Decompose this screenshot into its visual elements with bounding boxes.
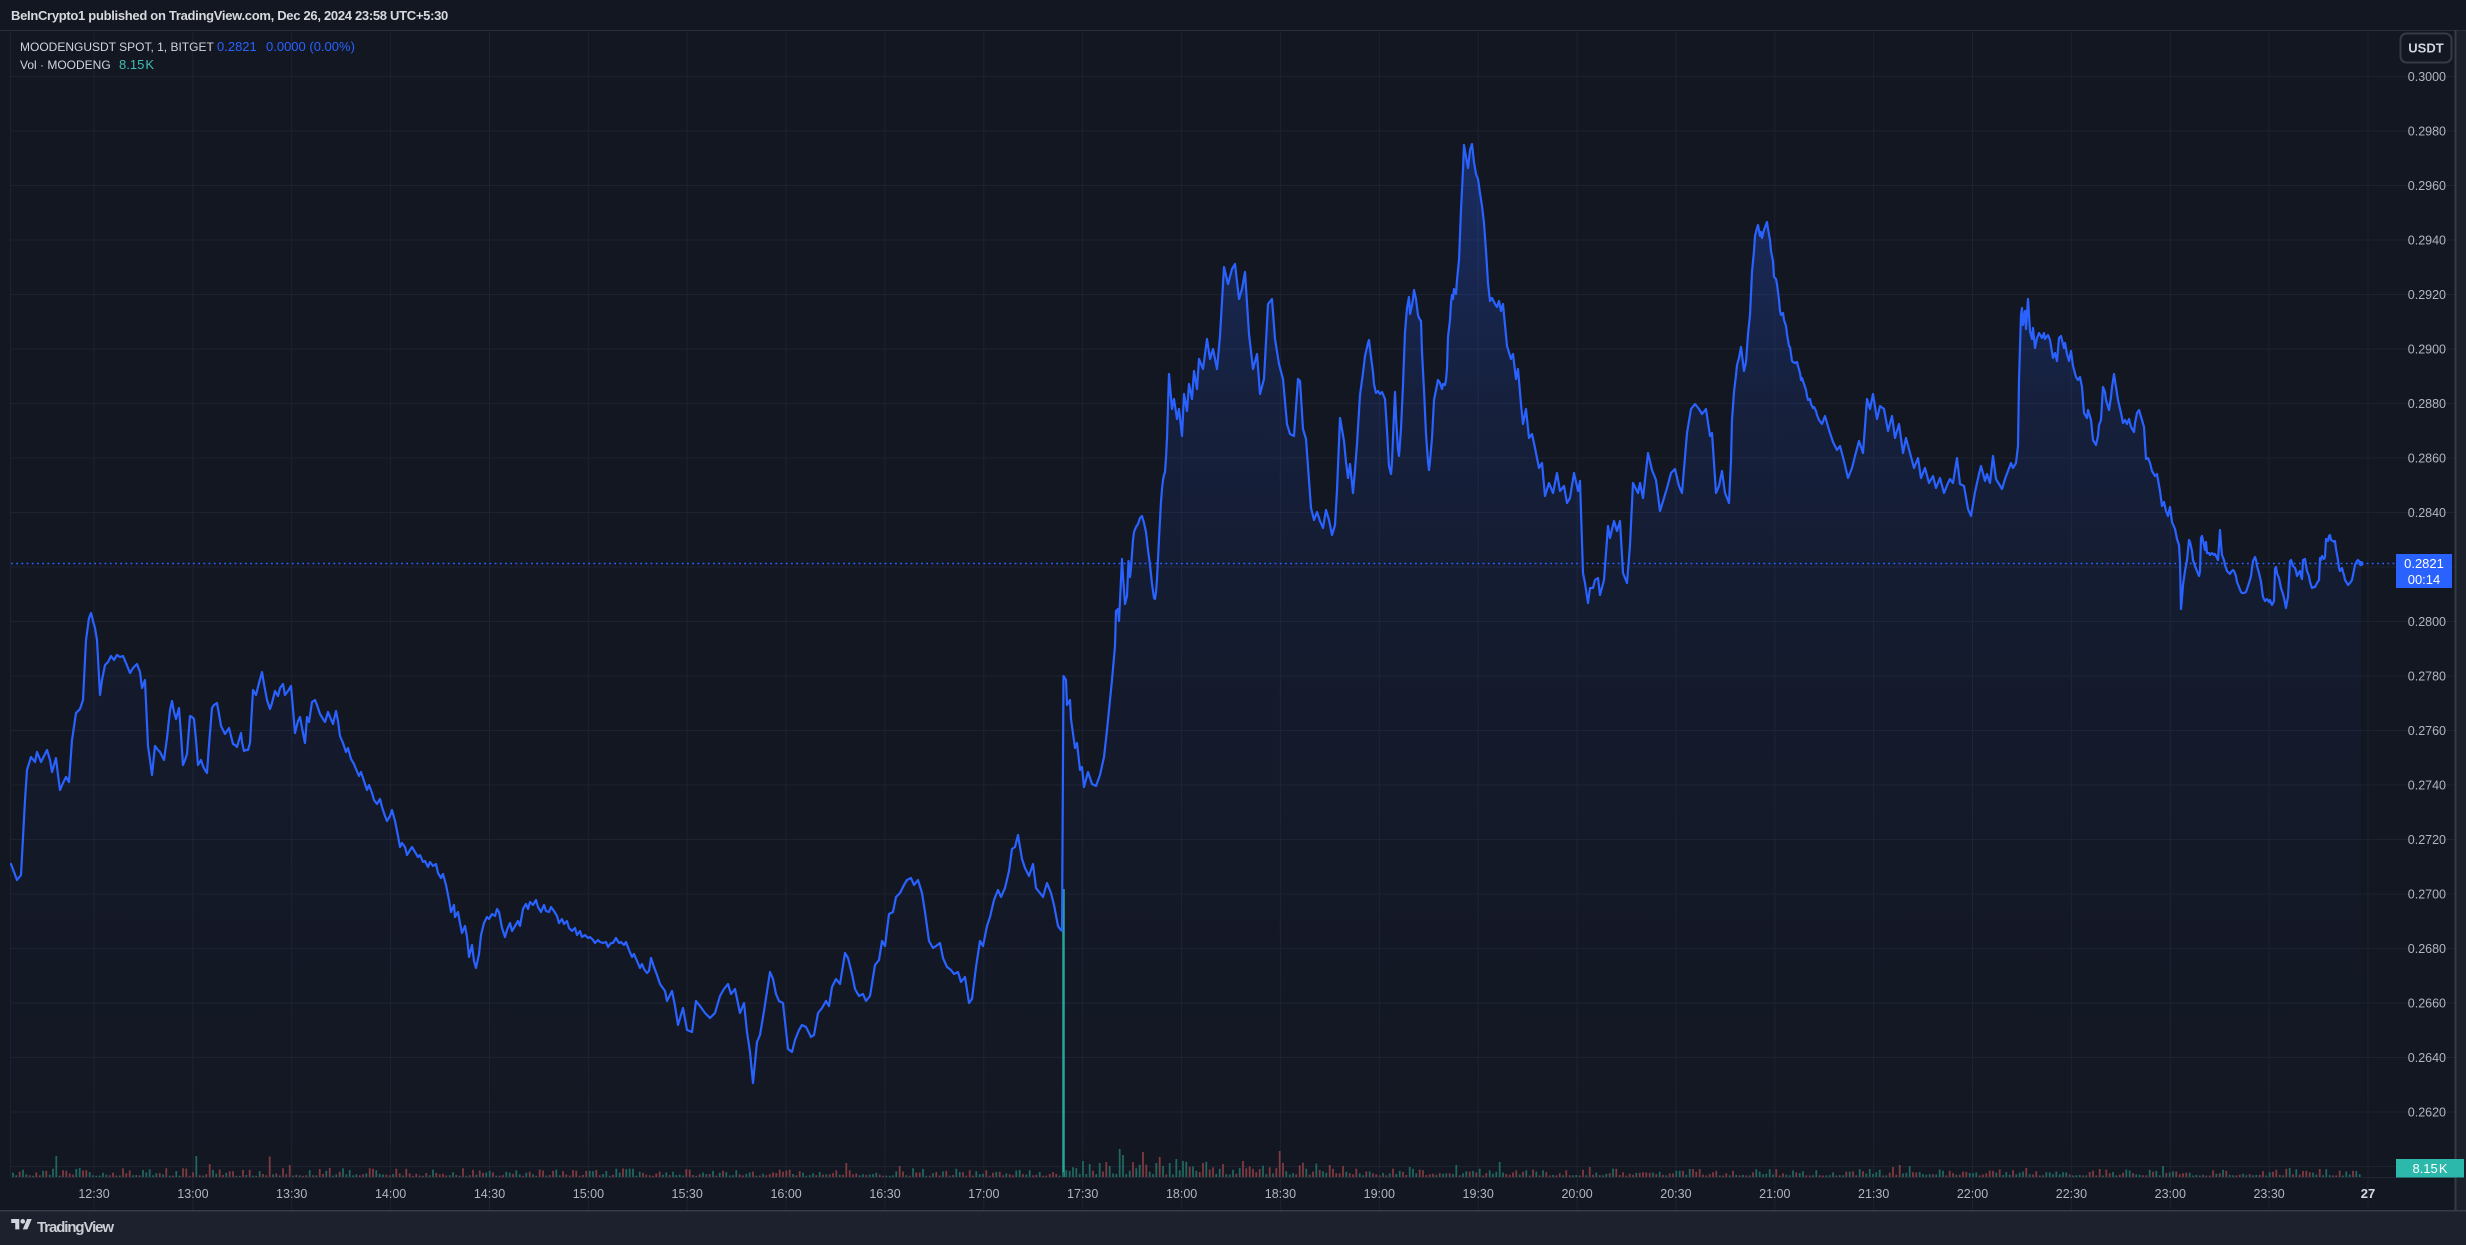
svg-text:16:30: 16:30: [869, 1187, 900, 1201]
svg-text:0.2780: 0.2780: [2408, 670, 2446, 684]
svg-text:0.2960: 0.2960: [2408, 179, 2446, 193]
svg-text:TradingView: TradingView: [37, 1219, 114, 1236]
svg-text:00:14: 00:14: [2408, 572, 2441, 587]
svg-text:8.15 K: 8.15 K: [119, 57, 154, 72]
svg-text:0.2660: 0.2660: [2408, 997, 2446, 1011]
svg-text:0.2840: 0.2840: [2408, 506, 2446, 520]
svg-text:16:00: 16:00: [770, 1187, 801, 1201]
svg-text:0.2720: 0.2720: [2408, 833, 2446, 847]
svg-text:0.2940: 0.2940: [2408, 234, 2446, 248]
svg-text:0.2860: 0.2860: [2408, 452, 2446, 466]
svg-text:22:00: 22:00: [1957, 1187, 1988, 1201]
svg-text:20:00: 20:00: [1561, 1187, 1592, 1201]
svg-text:0.3000: 0.3000: [2408, 70, 2446, 84]
svg-text:21:00: 21:00: [1759, 1187, 1790, 1201]
svg-text:MOODENGUSDT SPOT, 1, BITGET: MOODENGUSDT SPOT, 1, BITGET: [20, 40, 214, 54]
svg-text:13:30: 13:30: [276, 1187, 307, 1201]
svg-text:23:00: 23:00: [2155, 1187, 2186, 1201]
svg-text:17:00: 17:00: [968, 1187, 999, 1201]
svg-text:0.2760: 0.2760: [2408, 724, 2446, 738]
svg-text:0.2880: 0.2880: [2408, 397, 2446, 411]
svg-text:BeInCrypto1 published on Tradi: BeInCrypto1 published on TradingView.com…: [11, 8, 448, 23]
svg-text:0.2821: 0.2821: [217, 39, 257, 54]
svg-text:20:30: 20:30: [1660, 1187, 1691, 1201]
svg-text:15:30: 15:30: [672, 1187, 703, 1201]
svg-text:0.0000 (0.00%): 0.0000 (0.00%): [266, 39, 355, 54]
svg-text:14:00: 14:00: [375, 1187, 406, 1201]
svg-text:27: 27: [2361, 1186, 2375, 1201]
svg-text:0.2800: 0.2800: [2408, 615, 2446, 629]
svg-text:14:30: 14:30: [474, 1187, 505, 1201]
svg-text:0.2980: 0.2980: [2408, 125, 2446, 139]
svg-text:USDT: USDT: [2408, 41, 2443, 56]
svg-text:0.2920: 0.2920: [2408, 288, 2446, 302]
svg-text:0.2900: 0.2900: [2408, 343, 2446, 357]
svg-text:12:30: 12:30: [78, 1187, 109, 1201]
svg-text:17:30: 17:30: [1067, 1187, 1098, 1201]
svg-text:8.15 K: 8.15 K: [2412, 1161, 2447, 1176]
svg-text:0.2640: 0.2640: [2408, 1051, 2446, 1065]
svg-text:18:30: 18:30: [1265, 1187, 1296, 1201]
svg-text:0.2620: 0.2620: [2408, 1106, 2446, 1120]
svg-text:0.2821: 0.2821: [2404, 556, 2444, 571]
svg-text:0.2680: 0.2680: [2408, 942, 2446, 956]
svg-text:19:30: 19:30: [1463, 1187, 1494, 1201]
svg-text:22:30: 22:30: [2056, 1187, 2087, 1201]
svg-text:0.2740: 0.2740: [2408, 779, 2446, 793]
svg-text:23:30: 23:30: [2253, 1187, 2284, 1201]
svg-text:15:00: 15:00: [573, 1187, 604, 1201]
svg-text:21:30: 21:30: [1858, 1187, 1889, 1201]
svg-text:Vol · MOODENG: Vol · MOODENG: [20, 58, 111, 72]
svg-text:13:00: 13:00: [177, 1187, 208, 1201]
svg-text:0.2700: 0.2700: [2408, 888, 2446, 902]
svg-text:19:00: 19:00: [1364, 1187, 1395, 1201]
svg-text:18:00: 18:00: [1166, 1187, 1197, 1201]
